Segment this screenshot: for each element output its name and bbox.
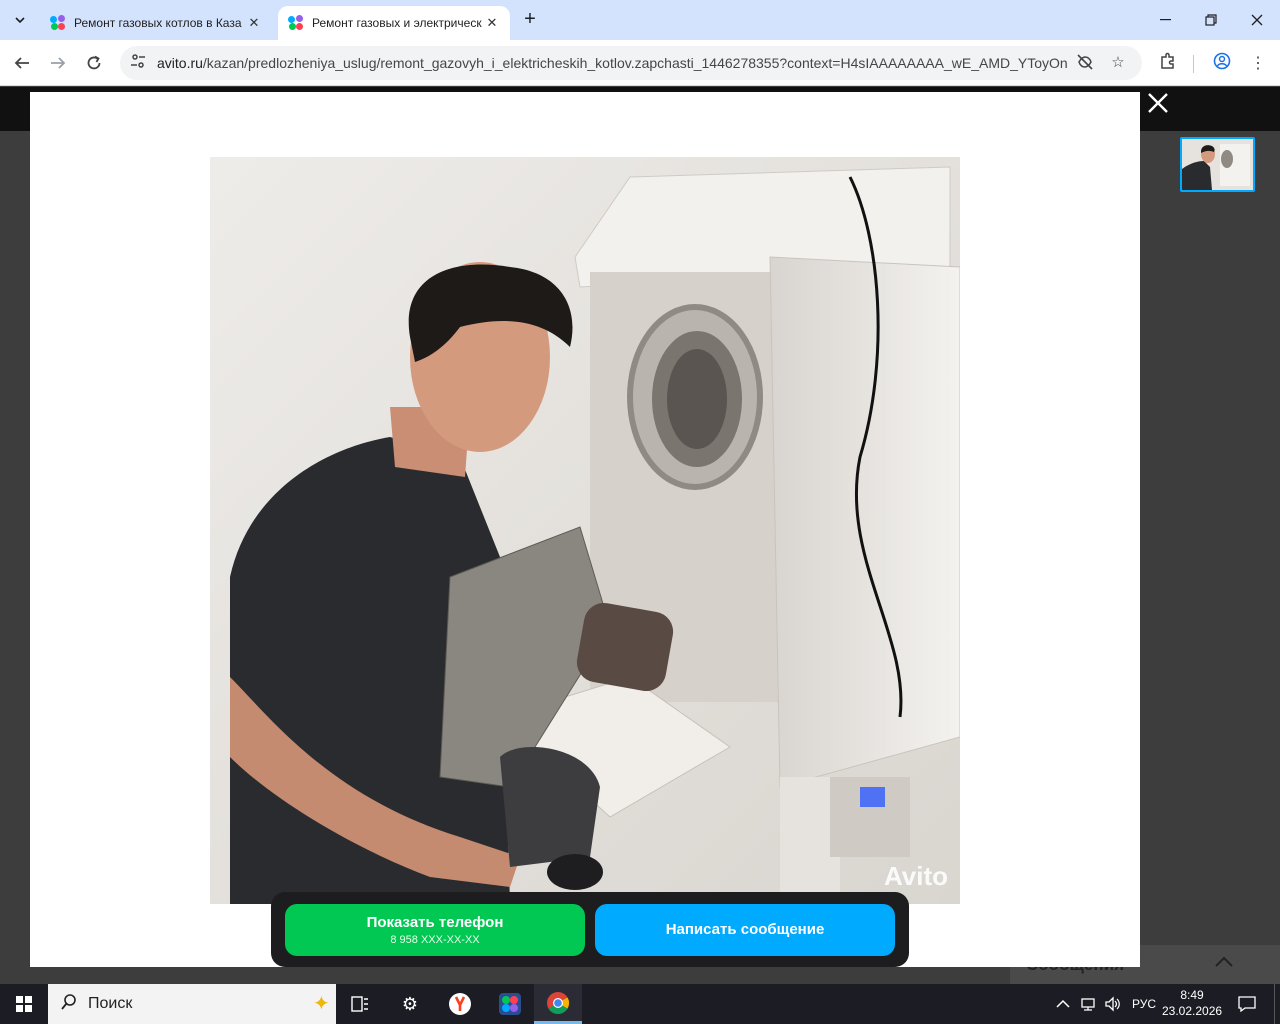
page-content: Сообщения — [0, 87, 1280, 984]
tab-strip: Ремонт газовых котлов в Каза ✕ Ремонт га… — [0, 0, 1280, 40]
show-phone-label: Показать телефон — [366, 914, 504, 931]
forward-button[interactable] — [44, 49, 72, 77]
reload-button[interactable] — [80, 49, 108, 77]
tab-close-icon[interactable]: ✕ — [246, 15, 262, 31]
taskbar-search[interactable]: Поиск ✦ — [48, 984, 336, 1024]
yandex-icon — [449, 993, 471, 1015]
minimize-icon — [1159, 19, 1171, 21]
tab-title: Ремонт газовых и электрическ — [312, 16, 482, 30]
url-text[interactable]: avito.ru/kazan/predlozheniya_uslug/remon… — [157, 55, 1067, 71]
gallery-photo[interactable]: Avito — [210, 157, 960, 904]
close-window-button[interactable] — [1234, 0, 1280, 40]
write-message-button[interactable]: Написать сообщение — [595, 904, 895, 956]
tune-icon[interactable] — [128, 53, 148, 73]
chevron-up-icon[interactable] — [1214, 951, 1234, 974]
puzzle-icon[interactable] — [1156, 52, 1180, 76]
windows-logo-icon — [16, 996, 32, 1012]
search-placeholder: Поиск — [88, 995, 133, 1012]
back-button[interactable] — [8, 49, 36, 77]
close-icon — [1148, 93, 1168, 113]
clock-date: 23.02.2026 — [1162, 1004, 1223, 1018]
url-path: /kazan/predlozheniya_uslug/remont_gazovy… — [202, 55, 1067, 71]
task-view-button[interactable] — [336, 984, 384, 1024]
gallery-thumbnail[interactable] — [1180, 137, 1255, 192]
gallery-modal: Avito Показать телефон 8 958 XXX-XX-XX Н… — [30, 92, 1140, 967]
forward-arrow-icon — [51, 57, 66, 69]
avito-favicon-icon — [50, 15, 66, 31]
settings-app[interactable]: ⚙ — [386, 984, 434, 1024]
show-phone-button[interactable]: Показать телефон 8 958 XXX-XX-XX — [285, 904, 585, 956]
star-icon[interactable]: ☆ — [1108, 53, 1128, 73]
restore-button[interactable] — [1188, 0, 1234, 40]
photo-illustration — [210, 157, 960, 904]
start-button[interactable] — [0, 984, 48, 1024]
restore-icon — [1205, 14, 1217, 26]
reload-icon — [87, 55, 101, 70]
show-desktop-button[interactable] — [1274, 984, 1280, 1024]
tab-title: Ремонт газовых котлов в Каза — [74, 16, 242, 30]
photos-app[interactable] — [486, 984, 534, 1024]
clock[interactable]: 8:49 23.02.2026 — [1162, 987, 1222, 1019]
address-bar[interactable]: avito.ru/kazan/predlozheniya_uslug/remon… — [120, 46, 1142, 80]
contact-panel: Показать телефон 8 958 XXX-XX-XX Написат… — [271, 892, 909, 967]
yandex-browser-app[interactable] — [436, 984, 484, 1024]
browser-toolbar: avito.ru/kazan/predlozheniya_uslug/remon… — [0, 40, 1280, 86]
colored-dots-icon — [499, 993, 521, 1015]
thumbnail-image — [1182, 139, 1253, 190]
gallery-close-button[interactable] — [1145, 92, 1171, 118]
chevron-down-icon — [15, 17, 25, 23]
toolbar-divider — [1193, 55, 1194, 73]
avito-favicon-icon — [288, 15, 304, 31]
tab-close-icon[interactable]: ✕ — [484, 15, 500, 31]
minimize-button[interactable] — [1142, 0, 1188, 40]
search-icon — [60, 993, 78, 1016]
back-arrow-icon — [14, 57, 29, 69]
new-tab-button[interactable]: + — [518, 8, 542, 32]
tab-active[interactable]: Ремонт газовых и электрическ ✕ — [278, 6, 510, 40]
sparkle-icon: ✦ — [313, 993, 330, 1015]
volume-icon[interactable] — [1104, 984, 1122, 1024]
chrome-icon — [547, 991, 569, 1014]
profile-icon[interactable] — [1210, 52, 1234, 76]
tab-search-button[interactable] — [8, 7, 32, 33]
close-icon — [1251, 14, 1263, 26]
network-icon[interactable] — [1080, 984, 1098, 1024]
windows-taskbar: Поиск ✦ ⚙ РУС 8:49 23.02.2026 — [0, 984, 1280, 1024]
masked-phone: 8 958 XXX-XX-XX — [390, 934, 480, 946]
plus-icon: + — [524, 8, 536, 30]
tab-inactive[interactable]: Ремонт газовых котлов в Каза ✕ — [40, 6, 272, 40]
url-host: avito.ru — [157, 55, 203, 71]
gear-icon: ⚙ — [401, 993, 419, 1014]
language-indicator[interactable]: РУС — [1132, 984, 1156, 1024]
notifications-icon[interactable] — [1238, 984, 1256, 1024]
kebab-menu-icon[interactable]: ⋮ — [1246, 52, 1270, 76]
task-view-icon — [351, 996, 368, 1012]
tray-chevron-icon[interactable] — [1056, 984, 1070, 1024]
chrome-app[interactable] — [534, 984, 582, 1024]
eye-off-icon[interactable] — [1075, 53, 1095, 73]
clock-time: 8:49 — [1180, 988, 1204, 1002]
avito-watermark: Avito — [883, 861, 948, 891]
